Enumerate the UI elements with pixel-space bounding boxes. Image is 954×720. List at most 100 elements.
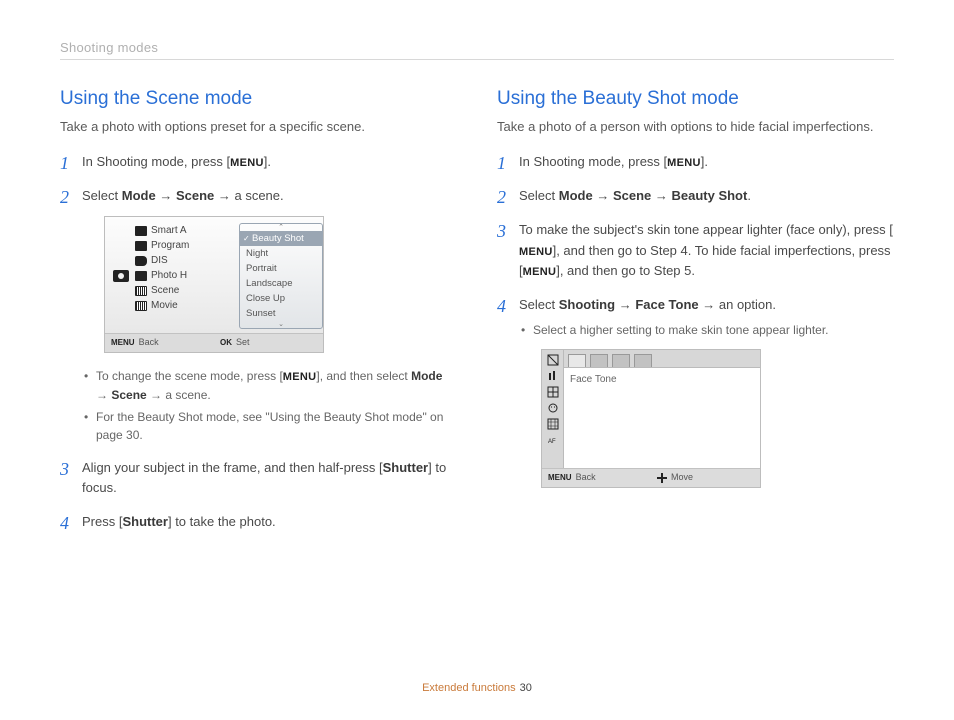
- list-item: Photo H: [135, 268, 245, 283]
- scene-step-3: Align your subject in the frame, and the…: [60, 458, 457, 498]
- text: Smart A: [151, 223, 187, 238]
- face-icon: [545, 401, 561, 414]
- text: Shutter: [383, 460, 429, 475]
- text: Select: [519, 297, 559, 312]
- popup-item-selected: Beauty Shot: [240, 231, 322, 246]
- text: Face Tone: [635, 297, 698, 312]
- text: Move: [671, 471, 693, 485]
- movie-icon: [135, 301, 147, 311]
- text: → an option.: [699, 297, 776, 312]
- scene-mode-heading: Using the Scene mode: [60, 88, 457, 110]
- text: Mode: [411, 369, 442, 383]
- text: →: [96, 388, 111, 402]
- text: To change the scene mode, press [: [96, 369, 283, 383]
- text: Photo H: [151, 268, 187, 283]
- text: Scene: [613, 188, 651, 203]
- text: → a scene.: [214, 188, 283, 203]
- text: →: [156, 188, 176, 203]
- ok-key-label: OK: [220, 337, 232, 349]
- tab-3: [612, 354, 630, 367]
- facetone-sidebar: AF: [542, 350, 564, 468]
- move-icon: [657, 473, 667, 483]
- scene-footer: MENUBack OKSet: [105, 333, 323, 352]
- film-icon: [135, 286, 147, 296]
- list-item: Smart A: [135, 223, 245, 238]
- beauty-step-1: In Shooting mode, press [MENU].: [497, 152, 894, 172]
- facetone-footer: MENU Back Move: [542, 468, 760, 487]
- list-item: DIS: [135, 253, 245, 268]
- text: Select: [519, 188, 559, 203]
- popup-item: Portrait: [240, 261, 322, 276]
- text: Back: [576, 471, 596, 485]
- text: Shutter: [122, 514, 168, 529]
- exposure-icon: [545, 353, 561, 366]
- popup-item: Landscape: [240, 276, 322, 291]
- scene-note-2: For the Beauty Shot mode, see "Using the…: [82, 408, 457, 444]
- scene-menu-screenshot: Smart A Program DIS Photo H Scene Movie …: [104, 216, 324, 353]
- left-column: Using the Scene mode Take a photo with o…: [60, 88, 457, 546]
- facetone-screenshot: AF Face Tone ME: [541, 349, 761, 488]
- text: In Shooting mode, press [: [82, 154, 230, 169]
- page-number: 30: [520, 682, 532, 694]
- svg-text:AF: AF: [548, 439, 556, 445]
- scene-mode-intro: Take a photo with options preset for a s…: [60, 118, 457, 136]
- hand-icon: [135, 256, 147, 266]
- camera-icon: [113, 270, 129, 282]
- popup-item: Sunset: [240, 306, 322, 321]
- tab-2: [590, 354, 608, 367]
- beauty-step-2: Select Mode → Scene → Beauty Shot.: [497, 186, 894, 206]
- divider: [60, 59, 894, 60]
- text: DIS: [151, 253, 168, 268]
- scene-popup: ⌃ Beauty Shot Night Portrait Landscape C…: [239, 223, 323, 329]
- page-footer: Extended functions 30: [0, 682, 954, 694]
- beauty-step-4: Select Shooting → Face Tone → an option.…: [497, 295, 894, 488]
- bar-icon: [545, 369, 561, 382]
- text: Set: [236, 336, 250, 350]
- menu-button-label: MENU: [667, 155, 701, 172]
- text: Mode: [559, 188, 593, 203]
- af-icon: AF: [545, 433, 561, 446]
- beauty-step-4-note: Select a higher setting to make skin ton…: [519, 321, 894, 339]
- text: Back: [139, 336, 159, 350]
- camera-icon: [135, 241, 147, 251]
- menu-button-label: MENU: [230, 155, 264, 172]
- beauty-shot-intro: Take a photo of a person with options to…: [497, 118, 894, 136]
- list-item: Scene: [135, 283, 245, 298]
- facetone-label: Face Tone: [564, 368, 760, 392]
- tab-1: [568, 354, 586, 367]
- text: Press [: [82, 514, 122, 529]
- popup-item: Close Up: [240, 291, 322, 306]
- text: Scene: [111, 388, 146, 402]
- popup-item: Night: [240, 246, 322, 261]
- camera-icon: [135, 226, 147, 236]
- text: ], and then go to Step 5.: [556, 263, 695, 278]
- list-item: Movie: [135, 298, 245, 313]
- text: Shooting: [559, 297, 615, 312]
- list-item: Program: [135, 238, 245, 253]
- text: →: [615, 297, 635, 312]
- menu-button-label: MENU: [283, 369, 317, 386]
- text: →: [651, 188, 671, 203]
- right-column: Using the Beauty Shot mode Take a photo …: [497, 88, 894, 546]
- beauty-step-3: To make the subject's skin tone appear l…: [497, 220, 894, 280]
- footer-section: Extended functions: [422, 682, 516, 694]
- chevron-up-icon: ⌃: [240, 224, 322, 231]
- menu-button-label: MENU: [519, 244, 553, 261]
- text: →: [593, 188, 613, 203]
- menu-key-label: MENU: [548, 472, 572, 484]
- scene-step-2: Select Mode → Scene → a scene. Smart A P…: [60, 186, 457, 444]
- text: → a scene.: [147, 388, 211, 402]
- text: Select: [82, 188, 122, 203]
- text: ], and then select: [316, 369, 411, 383]
- tab-4: [634, 354, 652, 367]
- menu-button-label: MENU: [523, 264, 557, 281]
- text: Program: [151, 238, 189, 253]
- text: Mode: [122, 188, 156, 203]
- facetone-tabs: [564, 350, 760, 368]
- beauty-shot-heading: Using the Beauty Shot mode: [497, 88, 894, 110]
- text: ].: [701, 154, 708, 169]
- grid2-icon: [545, 417, 561, 430]
- text: ].: [264, 154, 271, 169]
- text: Movie: [151, 298, 178, 313]
- breadcrumb: Shooting modes: [60, 40, 894, 55]
